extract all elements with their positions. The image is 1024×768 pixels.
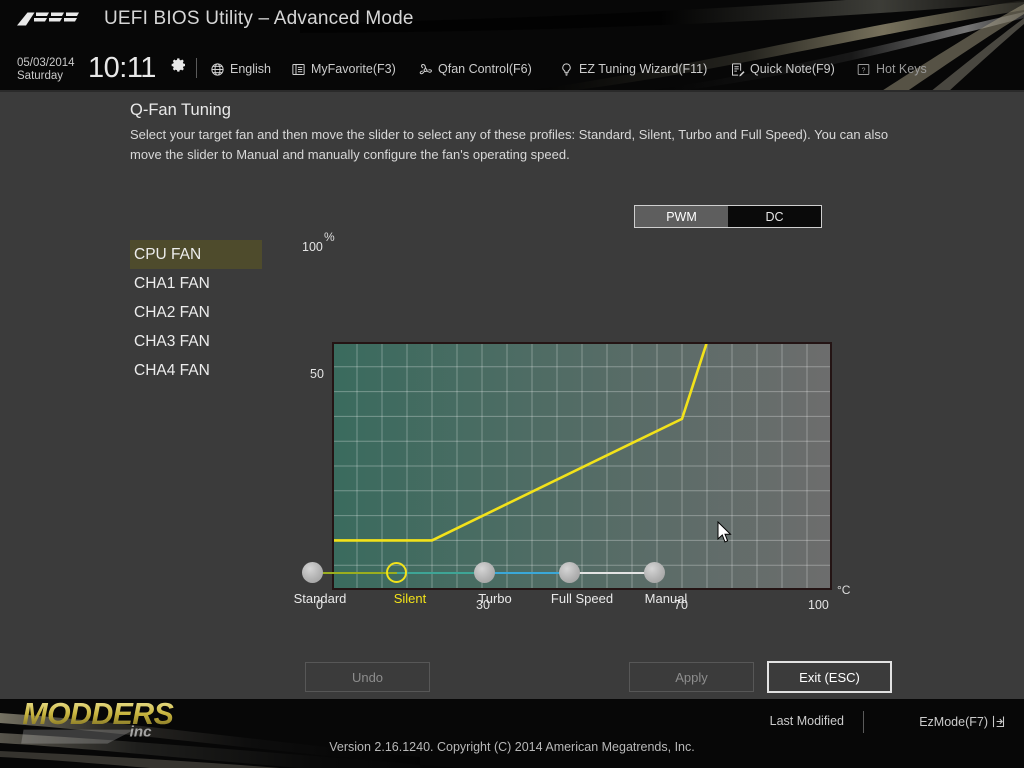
footer-bar: MODDERS inc Last Modified EzMode(F7) Ver… [0, 699, 1024, 768]
apply-label: Apply [675, 669, 708, 685]
undo-button[interactable]: Undo [305, 662, 430, 692]
fan-curve-chart: % 100 50 °C 0 30 70 100 [300, 230, 860, 612]
slider-track-segment [569, 571, 655, 574]
fan-list-item-cha1[interactable]: CHA1 FAN [130, 269, 262, 298]
slider-label-silent[interactable]: Silent [394, 591, 427, 606]
svg-text:inc: inc [130, 724, 152, 741]
chart-plot-area[interactable] [332, 342, 832, 590]
mouse-cursor [717, 521, 732, 543]
ezmode-label: EzMode(F7) [919, 714, 988, 729]
menu-label: EZ Tuning Wizard(F11) [579, 62, 708, 76]
chart-x-axis-unit: °C [837, 583, 851, 597]
exit-button[interactable]: Exit (ESC) [767, 661, 892, 693]
asus-logo [17, 12, 79, 26]
header-divider [196, 58, 197, 78]
weekday-text: Saturday [17, 70, 64, 82]
fan-label: CPU FAN [134, 246, 202, 263]
chart-y-axis-unit: % [324, 230, 335, 244]
fan-label: CHA1 FAN [134, 275, 210, 292]
page-title: Q-Fan Tuning [130, 101, 231, 119]
slider-label-full-speed[interactable]: Full Speed [551, 591, 613, 606]
menu-item-myfavorite[interactable]: MyFavorite(F3) [291, 59, 396, 79]
version-text: Version 2.16.1240. Copyright (C) 2014 Am… [329, 740, 695, 754]
menu-item-hot-keys[interactable]: ? Hot Keys [856, 59, 927, 79]
fan-profile-slider: Standard Silent Turbo Full Speed Manual [294, 562, 700, 622]
menu-label: Quick Note(F9) [750, 62, 835, 76]
slider-label-manual[interactable]: Manual [645, 591, 688, 606]
header-bar: UEFI BIOS Utility – Advanced Mode 05/03/… [0, 0, 1024, 92]
bios-screen: UEFI BIOS Utility – Advanced Mode 05/03/… [0, 0, 1024, 768]
slider-track-segment [484, 571, 570, 574]
question-key-icon: ? [857, 63, 870, 75]
chart-x-tick-100: 100 [808, 598, 829, 612]
footer-divider [863, 711, 864, 733]
chart-y-tick-100: 100 [302, 240, 323, 254]
menu-label: MyFavorite(F3) [311, 62, 396, 76]
chart-y-tick-50: 50 [310, 367, 324, 381]
slider-node-manual[interactable] [643, 562, 665, 583]
slider-label-standard[interactable]: Standard [294, 591, 347, 606]
slider-track-segment [396, 571, 485, 574]
menu-item-qfan-control[interactable]: Qfan Control(F6) [418, 59, 532, 79]
menu-label: Hot Keys [876, 62, 927, 76]
menu-item-quick-note[interactable]: Quick Note(F9) [730, 59, 835, 79]
fan-label: CHA4 FAN [134, 362, 210, 379]
fan-list-item-cha4[interactable]: CHA4 FAN [130, 356, 262, 385]
date-text: 05/03/2014 [17, 57, 75, 69]
undo-label: Undo [351, 669, 384, 685]
exit-label: Exit (ESC) [799, 669, 860, 685]
note-icon [732, 62, 745, 76]
menu-item-english[interactable]: English [210, 59, 271, 79]
slider-node-silent[interactable] [386, 562, 408, 583]
fan-icon [419, 63, 432, 74]
content-area: Q-Fan Tuning Select your target fan and … [0, 92, 1024, 699]
toggle-option-dc[interactable]: DC [728, 206, 821, 227]
fan-label: CHA3 FAN [134, 333, 210, 350]
gear-icon[interactable] [171, 57, 187, 73]
menu-item-ez-tuning-wizard[interactable]: EZ Tuning Wizard(F11) [559, 59, 707, 79]
window-title: UEFI BIOS Utility – Advanced Mode [104, 8, 414, 29]
fan-selector-list: CPU FAN CHA1 FAN CHA2 FAN CHA3 FAN CHA4 … [130, 240, 262, 385]
datetime-block: 05/03/2014 Saturday [17, 57, 87, 83]
menu-label: English [230, 62, 271, 76]
ezmode-button[interactable]: EzMode(F7) [919, 714, 1006, 729]
slider-node-full-speed[interactable] [559, 562, 581, 583]
fan-list-item-cha3[interactable]: CHA3 FAN [130, 327, 262, 356]
clock-text: 10:11 [88, 52, 156, 84]
toggle-option-pwm[interactable]: PWM [635, 206, 728, 227]
apply-button[interactable]: Apply [629, 662, 754, 692]
exit-arrow-icon [992, 715, 1005, 728]
slider-track-segment [312, 571, 397, 574]
list-icon [292, 63, 305, 75]
last-modified-button[interactable]: Last Modified [770, 714, 844, 728]
slider-node-standard[interactable] [301, 562, 323, 583]
slider-label-turbo[interactable]: Turbo [478, 591, 511, 606]
menu-label: Qfan Control(F6) [438, 62, 532, 76]
svg-text:?: ? [862, 67, 866, 74]
pwm-dc-toggle: PWM DC [634, 205, 822, 228]
globe-icon [211, 62, 224, 76]
page-description: Select your target fan and then move the… [130, 127, 889, 162]
fan-label: CHA2 FAN [134, 304, 210, 321]
bulb-icon [562, 62, 571, 76]
slider-node-turbo[interactable] [474, 562, 496, 583]
fan-list-item-cpu[interactable]: CPU FAN [130, 240, 262, 269]
fan-list-item-cha2[interactable]: CHA2 FAN [130, 298, 262, 327]
slider-track[interactable] [300, 562, 700, 586]
